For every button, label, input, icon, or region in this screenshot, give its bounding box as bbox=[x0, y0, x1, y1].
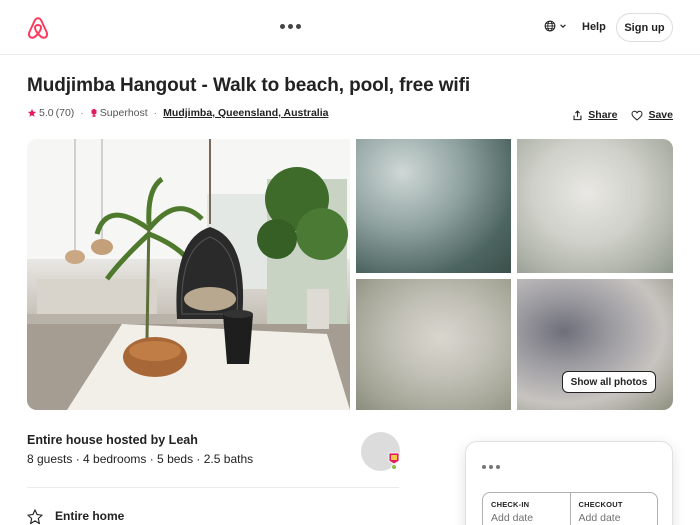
gallery-thumbnail[interactable] bbox=[356, 279, 511, 410]
globe-icon bbox=[544, 20, 556, 32]
checkin-label: CHECK-IN bbox=[491, 500, 530, 509]
save-label: Save bbox=[648, 109, 673, 121]
chevron-down-icon bbox=[560, 24, 566, 29]
superhost-label: Superhost bbox=[99, 107, 148, 119]
location-link[interactable]: Mudjimba, Queensland, Australia bbox=[163, 107, 328, 119]
checkin-placeholder: Add date bbox=[491, 512, 534, 524]
heart-icon bbox=[631, 110, 643, 121]
main-photo[interactable] bbox=[27, 139, 350, 410]
top-header: Help Sign up bbox=[0, 0, 700, 55]
superhost-badge-icon bbox=[91, 108, 97, 118]
section-divider bbox=[27, 487, 399, 488]
review-count[interactable]: (70) bbox=[56, 107, 75, 119]
rating-value: 5.0 bbox=[39, 107, 54, 119]
hosted-by-heading: Entire house hosted by Leah bbox=[27, 433, 198, 447]
signup-button[interactable]: Sign up bbox=[616, 13, 673, 42]
gallery-thumbnail[interactable] bbox=[356, 139, 511, 273]
separator: · bbox=[80, 107, 84, 119]
listing-actions: Share Save bbox=[572, 109, 673, 121]
loading-dots-icon bbox=[482, 465, 500, 469]
separator: · bbox=[153, 107, 158, 119]
superhost-badge-icon bbox=[388, 452, 400, 470]
checkout-placeholder: Add date bbox=[578, 512, 621, 524]
share-button[interactable]: Share bbox=[572, 109, 617, 121]
listing-title: Mudjimba Hangout - Walk to beach, pool, … bbox=[27, 75, 471, 96]
star-outline-icon bbox=[27, 509, 43, 525]
share-icon bbox=[573, 109, 582, 120]
booking-card: CHECK-IN Add date CHECKOUT Add date bbox=[465, 441, 673, 525]
listing-meta: 5.0 (70) · Superhost · Mudjimba, Queensl… bbox=[27, 107, 328, 119]
gallery-thumbnail[interactable] bbox=[517, 139, 673, 273]
checkin-field[interactable]: CHECK-IN Add date bbox=[483, 493, 570, 525]
show-all-photos-button[interactable]: Show all photos bbox=[562, 371, 656, 393]
listing-stats: 8 guests · 4 bedrooms · 5 beds · 2.5 bat… bbox=[27, 452, 254, 466]
help-link[interactable]: Help bbox=[582, 21, 606, 33]
more-dots-icon[interactable] bbox=[280, 24, 301, 29]
main-photo-illustration bbox=[27, 139, 350, 410]
checkout-label: CHECKOUT bbox=[578, 500, 623, 509]
date-picker: CHECK-IN Add date CHECKOUT Add date bbox=[482, 492, 658, 525]
checkout-field[interactable]: CHECKOUT Add date bbox=[569, 493, 658, 525]
photo-gallery: Show all photos bbox=[27, 139, 673, 410]
share-label: Share bbox=[588, 109, 618, 121]
airbnb-logo[interactable] bbox=[26, 15, 50, 41]
star-icon bbox=[27, 108, 37, 117]
save-button[interactable]: Save bbox=[631, 109, 673, 121]
feature-title: Entire home bbox=[55, 509, 125, 523]
language-selector[interactable] bbox=[544, 20, 567, 32]
